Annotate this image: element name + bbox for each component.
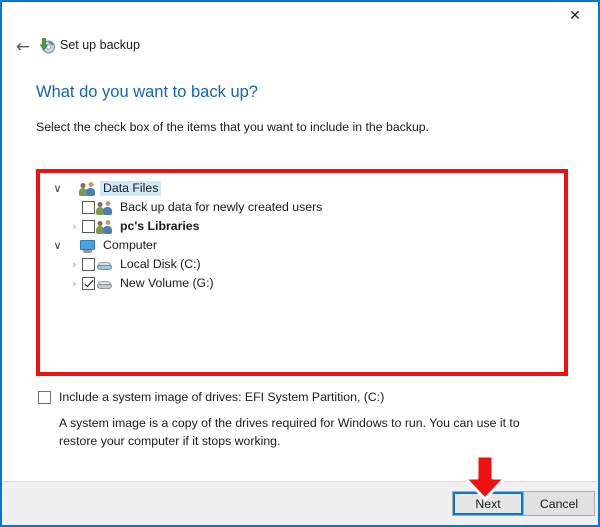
chevron-right-icon[interactable]: › (67, 276, 82, 291)
tree-item-label: Data Files (100, 181, 162, 196)
system-image-label: Include a system image of drives: EFI Sy… (59, 390, 385, 404)
tree-item-label: New Volume (G:) (120, 276, 214, 290)
tree-item-label: pc's Libraries (120, 219, 200, 233)
tree-row[interactable]: ∨ Computer (40, 236, 564, 255)
disk-icon (96, 276, 113, 292)
title-bar: ✕ (2, 2, 598, 30)
system-image-description: A system image is a copy of the drives r… (59, 416, 520, 448)
close-icon[interactable]: ✕ (552, 2, 598, 30)
tree-item-checkbox[interactable] (82, 277, 95, 290)
tree-row[interactable]: ∨ Data Files (40, 179, 564, 198)
users-icon (79, 181, 96, 197)
tree-panel-highlight: ∨ Data Files Back up data for newly create… (36, 169, 568, 376)
users-icon (96, 219, 113, 235)
tree-item-label: Back up data for newly created users (120, 200, 323, 214)
tree-item-label: Computer (103, 238, 157, 252)
tree-item-checkbox[interactable] (82, 220, 95, 233)
monitor-icon (79, 238, 96, 254)
backup-disc-icon (38, 37, 55, 54)
next-button[interactable]: Next (452, 491, 524, 516)
disk-icon (96, 257, 113, 273)
dialog-footer: Next Cancel (2, 481, 598, 525)
cancel-button[interactable]: Cancel (523, 491, 595, 516)
back-arrow-icon[interactable]: ← (10, 34, 36, 60)
page-title: What do you want to back up? (36, 83, 258, 101)
tree-row[interactable]: Back up data for newly created users (40, 198, 564, 217)
chevron-down-icon[interactable]: ∨ (50, 181, 65, 196)
page-subtitle: Select the check box of the items that y… (36, 120, 430, 134)
tree-row[interactable]: › New Volume (G:) (40, 274, 564, 293)
tree-item-label: Local Disk (C:) (120, 257, 201, 271)
system-image-checkbox[interactable] (38, 390, 51, 404)
chevron-down-icon[interactable]: ∨ (50, 238, 65, 253)
setup-backup-window: ✕ ← Set up backup What do you want to ba… (0, 0, 600, 527)
tree-row[interactable]: › Local Disk (C:) (40, 255, 564, 274)
navigation-row: ← Set up backup (2, 32, 598, 62)
backup-items-tree[interactable]: ∨ Data Files Back up data for newly create… (40, 173, 564, 372)
tree-item-checkbox[interactable] (82, 258, 95, 271)
chevron-right-icon[interactable]: › (67, 219, 82, 234)
app-title: Set up backup (60, 38, 140, 52)
tree-row[interactable]: › pc's Libraries (40, 217, 564, 236)
tree-item-checkbox[interactable] (82, 201, 95, 214)
chevron-right-icon[interactable]: › (67, 257, 82, 272)
system-image-row[interactable]: Include a system image of drives: EFI Sy… (38, 390, 384, 404)
users-icon (96, 200, 113, 216)
